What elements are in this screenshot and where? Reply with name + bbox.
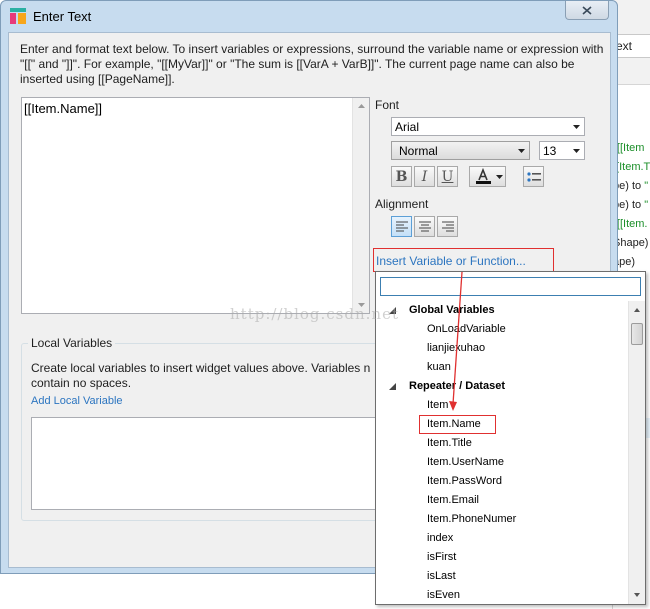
font-weight-value: Normal bbox=[399, 144, 438, 158]
tree-group-repeater-dataset[interactable]: Repeater / Dataset bbox=[377, 377, 625, 396]
italic-button[interactable]: I bbox=[414, 166, 435, 187]
local-variables-list[interactable] bbox=[31, 417, 376, 510]
bullet-list-button[interactable] bbox=[523, 166, 544, 187]
insert-variable-link[interactable]: Insert Variable or Function... bbox=[373, 248, 554, 272]
close-icon bbox=[582, 5, 592, 15]
tree-item-item-username[interactable]: Item.UserName bbox=[377, 453, 625, 472]
background-line: pe) to " bbox=[613, 180, 649, 192]
text-editor[interactable]: [[Item.Name]] bbox=[21, 97, 370, 314]
local-variables-description: Create local variables to insert widget … bbox=[31, 361, 371, 390]
tree-item-onloadvariable[interactable]: OnLoadVariable bbox=[377, 320, 625, 339]
tree-item-item-phonenumer[interactable]: Item.PhoneNumer bbox=[377, 510, 625, 529]
alignment-label: Alignment bbox=[375, 197, 429, 211]
variable-tree: Global Variables OnLoadVariable lianjiex… bbox=[377, 301, 625, 603]
scrollbar-thumb[interactable] bbox=[631, 323, 643, 345]
expanded-caret-icon bbox=[389, 381, 396, 393]
tree-item-item-title[interactable]: Item.Title bbox=[377, 434, 625, 453]
add-local-variable-link[interactable]: Add Local Variable bbox=[31, 395, 123, 407]
background-line: [[Item.T bbox=[613, 161, 650, 173]
scroll-down-icon[interactable] bbox=[629, 588, 645, 602]
font-family-select[interactable]: Arial bbox=[391, 117, 585, 136]
watermark: http://blog.csdn.net bbox=[230, 305, 399, 323]
text-color-icon bbox=[476, 167, 503, 184]
instructions-text: Enter and format text below. To insert v… bbox=[20, 42, 604, 86]
font-weight-select[interactable]: Normal bbox=[391, 141, 530, 160]
align-left-icon bbox=[395, 221, 408, 232]
chevron-down-icon bbox=[515, 145, 527, 157]
align-left-button[interactable] bbox=[391, 216, 412, 237]
title-bar[interactable]: Enter Text bbox=[1, 1, 617, 31]
background-line: Shape) bbox=[613, 237, 649, 249]
bold-button[interactable]: B bbox=[391, 166, 412, 187]
background-line: "[[Item. bbox=[613, 218, 648, 230]
scroll-up-icon[interactable] bbox=[353, 98, 369, 114]
tree-item-lianjiexuhao[interactable]: lianjiexuhao bbox=[377, 339, 625, 358]
tree-group-global-variables[interactable]: Global Variables bbox=[377, 301, 625, 320]
window-title: Enter Text bbox=[33, 9, 92, 24]
background-input[interactable]: ext bbox=[613, 34, 650, 58]
font-size-value: 13 bbox=[543, 144, 557, 158]
app-icon bbox=[10, 8, 26, 24]
variable-picker-popup: Global Variables OnLoadVariable lianjiex… bbox=[375, 271, 646, 605]
editor-scrollbar[interactable] bbox=[352, 98, 369, 313]
tree-item-islast[interactable]: isLast bbox=[377, 567, 625, 586]
tree-item-isfirst[interactable]: isFirst bbox=[377, 548, 625, 567]
close-button[interactable] bbox=[565, 1, 609, 20]
chevron-down-icon bbox=[570, 121, 582, 133]
tree-item-index[interactable]: index bbox=[377, 529, 625, 548]
popup-scrollbar[interactable] bbox=[628, 301, 645, 604]
background-line: pe) to " bbox=[613, 199, 649, 211]
underline-button[interactable]: U bbox=[437, 166, 458, 187]
font-color-button[interactable] bbox=[469, 166, 506, 187]
align-right-icon bbox=[441, 221, 454, 232]
tree-item-item-name[interactable]: Item.Name bbox=[377, 415, 625, 434]
scroll-up-icon[interactable] bbox=[629, 303, 645, 317]
align-right-button[interactable] bbox=[437, 216, 458, 237]
tree-item-iseven[interactable]: isEven bbox=[377, 586, 625, 605]
tree-item-item[interactable]: Item bbox=[377, 396, 625, 415]
bullet-list-icon bbox=[526, 171, 541, 182]
font-size-select[interactable]: 13 bbox=[539, 141, 585, 160]
align-center-icon bbox=[418, 221, 431, 232]
align-center-button[interactable] bbox=[414, 216, 435, 237]
font-label: Font bbox=[375, 98, 400, 112]
tree-item-item-email[interactable]: Item.Email bbox=[377, 491, 625, 510]
local-variables-legend: Local Variables bbox=[28, 336, 116, 350]
font-family-value: Arial bbox=[395, 120, 420, 134]
annotation-highlight-box bbox=[419, 415, 496, 434]
variable-search-input[interactable] bbox=[380, 277, 641, 296]
tree-item-kuan[interactable]: kuan bbox=[377, 358, 625, 377]
chevron-down-icon bbox=[570, 145, 582, 157]
tree-item-item-password[interactable]: Item.PassWord bbox=[377, 472, 625, 491]
editor-content[interactable]: [[Item.Name]] bbox=[24, 101, 102, 116]
